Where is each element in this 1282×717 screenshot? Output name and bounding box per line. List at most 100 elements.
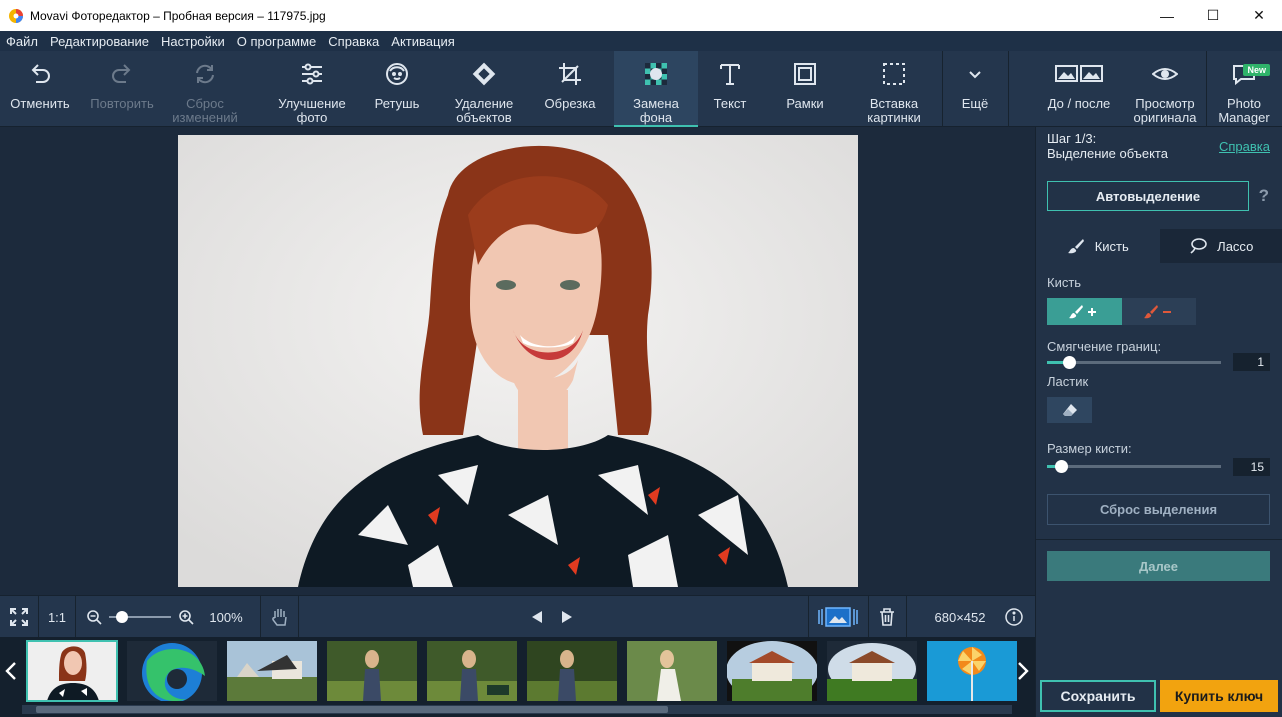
remove-objects-button[interactable]: Удаление объектов	[444, 51, 524, 127]
scrollbar-thumb[interactable]	[36, 706, 668, 713]
brush-minus-icon	[1143, 304, 1171, 318]
buy-key-button[interactable]: Купить ключ	[1160, 680, 1278, 712]
crop-icon	[559, 63, 581, 85]
minimize-button[interactable]: —	[1144, 0, 1190, 31]
view-original-label: Просмотр оригинала	[1133, 96, 1197, 125]
control-divider	[260, 596, 261, 638]
tab-brush-label: Кисть	[1094, 238, 1129, 254]
more-button[interactable]: Ещё	[946, 51, 1004, 127]
thumbnail[interactable]	[227, 641, 317, 701]
thumbnail[interactable]	[327, 641, 417, 701]
menu-help[interactable]: Справка	[322, 34, 385, 49]
help-link[interactable]: Справка	[1219, 139, 1270, 154]
toggle-filmstrip-button[interactable]	[816, 596, 860, 638]
pan-hand-button[interactable]	[262, 596, 298, 638]
toolbar-divider	[1206, 51, 1207, 127]
zoom-slider[interactable]	[108, 596, 172, 638]
brush-size-slider[interactable]	[1047, 460, 1221, 473]
thumbnail[interactable]	[26, 640, 118, 702]
photo-manager-button[interactable]: Photo Manager New	[1208, 51, 1280, 127]
maximize-button[interactable]: ☐	[1190, 0, 1236, 31]
tab-lasso[interactable]: Лассо	[1159, 229, 1282, 263]
next-image-button[interactable]	[556, 596, 578, 638]
zoom-in-button[interactable]	[176, 596, 196, 638]
redo-label: Повторить	[90, 96, 154, 111]
image-info-button[interactable]	[1002, 596, 1026, 638]
insert-image-button[interactable]: Вставка картинки	[852, 51, 936, 127]
brush-icon	[1067, 239, 1084, 254]
help-question-icon[interactable]: ?	[1259, 186, 1269, 206]
window-title: Movavi Фоторедактор – Пробная версия – 1…	[30, 8, 326, 23]
filmstrip-next-button[interactable]	[1012, 641, 1034, 701]
crop-button[interactable]: Обрезка	[534, 51, 606, 127]
replace-background-button[interactable]: Замена фона	[614, 51, 698, 127]
brush-plus-icon	[1069, 304, 1097, 318]
menu-activation[interactable]: Активация	[385, 34, 460, 49]
hand-icon	[272, 609, 287, 626]
save-button[interactable]: Сохранить	[1040, 680, 1156, 712]
edited-photo[interactable]	[178, 135, 858, 587]
tab-brush[interactable]: Кисть	[1036, 229, 1160, 263]
fit-to-screen-button[interactable]	[0, 596, 38, 638]
refresh-icon	[196, 64, 214, 84]
text-label: Текст	[713, 96, 747, 111]
brush-subtract-button[interactable]	[1121, 298, 1196, 325]
thumbnail-person-field	[327, 641, 417, 701]
brush-size-slider-knob[interactable]	[1055, 460, 1068, 473]
thumbnail[interactable]	[427, 641, 517, 701]
thumbnail[interactable]	[527, 641, 617, 701]
toolbar-divider	[1008, 51, 1009, 127]
title-bar: Movavi Фоторедактор – Пробная версия – 1…	[0, 0, 1282, 31]
zoom-in-icon	[179, 610, 194, 625]
brush-size-value-input[interactable]: 15	[1233, 458, 1270, 476]
thumbnail[interactable]	[127, 641, 217, 701]
text-button[interactable]: Текст	[700, 51, 760, 127]
filmstrip-scrollbar[interactable]	[22, 705, 1012, 714]
replace-background-label: Замена фона	[633, 96, 679, 125]
control-divider	[75, 596, 76, 638]
delete-button[interactable]	[872, 596, 902, 638]
photo-manager-label: Photo Manager	[1218, 96, 1270, 125]
more-label: Ещё	[961, 96, 989, 111]
brush-size-label: Размер кисти:	[1047, 441, 1132, 456]
thumbnail[interactable]	[827, 641, 917, 701]
menu-edit[interactable]: Редактирование	[44, 34, 155, 49]
thumbnail[interactable]	[927, 641, 1017, 701]
zoom-out-button[interactable]	[84, 596, 104, 638]
auto-select-button[interactable]: Автовыделение	[1047, 181, 1249, 211]
zoom-slider-knob[interactable]	[116, 611, 128, 623]
before-after-button[interactable]: До / после	[1036, 51, 1122, 127]
enhance-button[interactable]: Улучшение фото	[270, 51, 354, 127]
previous-image-button[interactable]	[526, 596, 548, 638]
reset-changes-button[interactable]: Сброс изменений	[166, 51, 244, 127]
menu-about[interactable]: О программе	[231, 34, 323, 49]
feather-value-input[interactable]: 1	[1233, 353, 1270, 371]
next-step-button[interactable]: Далее	[1047, 551, 1270, 581]
expand-icon	[10, 608, 28, 626]
actual-size-button[interactable]: 1:1	[39, 596, 75, 638]
filmstrip-prev-button[interactable]	[0, 641, 22, 701]
thumbnail[interactable]	[727, 641, 817, 701]
feather-slider[interactable]	[1047, 356, 1221, 369]
feather-slider-knob[interactable]	[1063, 356, 1076, 369]
menu-file[interactable]: Файл	[0, 34, 44, 49]
frames-button[interactable]: Рамки	[772, 51, 838, 127]
triangle-right-icon	[562, 611, 572, 623]
portrait-image	[178, 135, 858, 587]
undo-button[interactable]: Отменить	[4, 51, 76, 127]
view-original-button[interactable]: Просмотр оригинала	[1126, 51, 1204, 127]
brush-label: Кисть	[1047, 275, 1082, 290]
redo-icon	[112, 64, 131, 83]
eraser-button[interactable]	[1047, 397, 1092, 423]
brush-add-button[interactable]	[1047, 298, 1122, 325]
retouch-button[interactable]: Ретушь	[362, 51, 432, 127]
background-replace-panel: Шаг 1/3: Выделение объекта Справка Автов…	[1035, 127, 1282, 717]
filmstrip-icon	[818, 607, 858, 627]
redo-button[interactable]: Повторить	[84, 51, 160, 127]
toolbar-divider	[942, 51, 943, 127]
control-divider	[868, 596, 869, 638]
close-button[interactable]: ✕	[1236, 0, 1282, 31]
menu-settings[interactable]: Настройки	[155, 34, 231, 49]
thumbnail[interactable]	[627, 641, 717, 701]
reset-selection-button[interactable]: Сброс выделения	[1047, 494, 1270, 525]
